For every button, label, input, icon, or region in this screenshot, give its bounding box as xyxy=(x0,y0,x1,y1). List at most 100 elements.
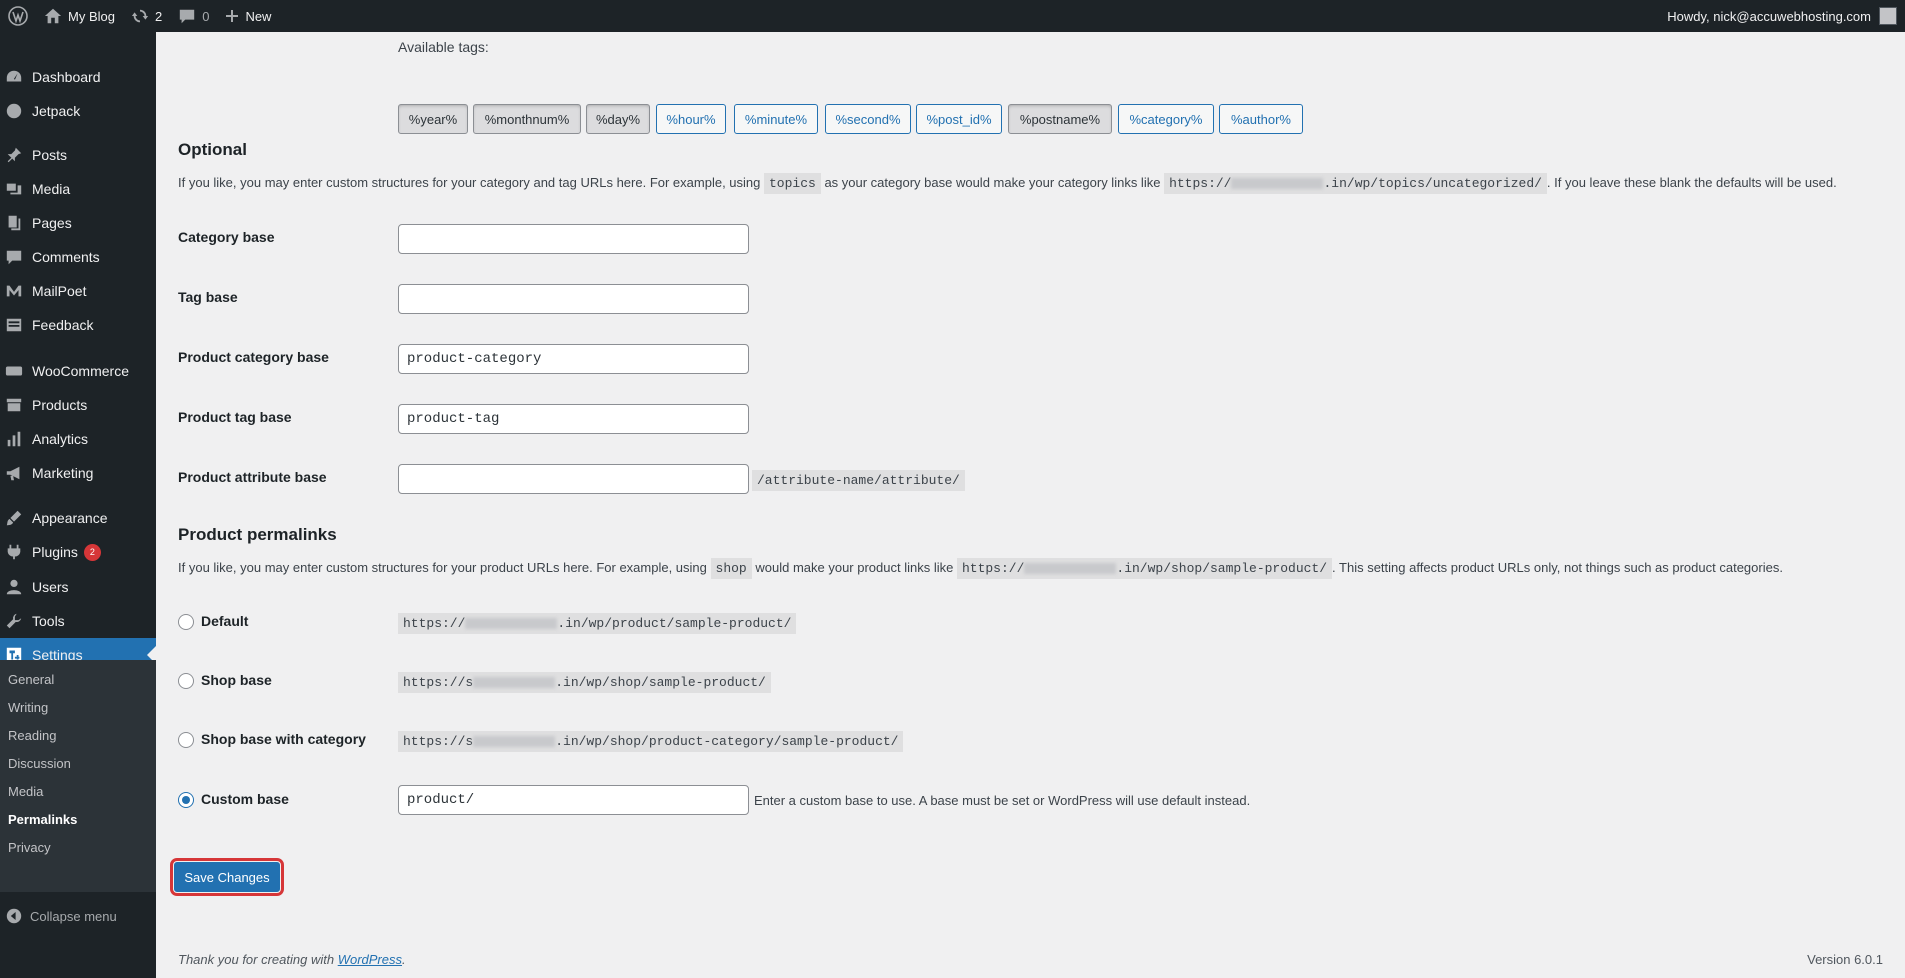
menu-label: MailPoet xyxy=(32,283,87,299)
plus-icon xyxy=(225,9,239,23)
menu-item-users[interactable]: Users xyxy=(0,570,156,604)
tag-base-input[interactable] xyxy=(398,284,749,314)
shop-base-radio[interactable] xyxy=(178,673,194,689)
menu-label: Posts xyxy=(32,147,68,163)
url-part: https:// xyxy=(1169,176,1232,191)
url-part: .in/wp/product/sample-product/ xyxy=(557,616,792,631)
custom-base-input[interactable]: product/ xyxy=(398,785,749,815)
menu-item-tools[interactable]: Tools xyxy=(0,604,156,638)
my-account-link[interactable]: Howdy, nick@accuwebhosting.com xyxy=(1667,0,1897,32)
tag-postname-button[interactable]: %postname% xyxy=(1008,104,1112,134)
tag-category-button[interactable]: %category% xyxy=(1118,104,1214,134)
menu-item-jetpack[interactable]: Jetpack xyxy=(0,94,156,128)
desc-text: would make your product links like xyxy=(755,560,954,575)
menu-item-comments[interactable]: Comments xyxy=(0,240,156,274)
default-radio[interactable] xyxy=(178,614,194,630)
plugins-update-badge: 2 xyxy=(83,543,101,561)
menu-item-dashboard[interactable]: Dashboard xyxy=(0,60,156,94)
tag-second-button[interactable]: %second% xyxy=(825,104,911,134)
product-category-base-label: Product category base xyxy=(178,349,329,365)
available-tags-label: Available tags: xyxy=(398,39,489,55)
wordpress-logo-icon[interactable] xyxy=(0,0,36,32)
desc-code: topics xyxy=(764,173,821,194)
menu-label: Products xyxy=(32,397,88,413)
collapse-menu-button[interactable]: Collapse menu xyxy=(0,908,117,924)
wrench-icon xyxy=(4,611,24,631)
mailpoet-icon xyxy=(4,281,24,301)
new-label: New xyxy=(245,8,272,24)
tag-year-button[interactable]: %year% xyxy=(398,104,468,134)
custom-base-hint: Enter a custom base to use. A base must … xyxy=(754,793,1251,808)
custom-base-option-label: Custom base xyxy=(201,791,289,807)
tag-minute-button[interactable]: %minute% xyxy=(734,104,818,134)
menu-label: Pages xyxy=(32,215,72,231)
menu-item-marketing[interactable]: Marketing xyxy=(0,456,156,490)
tag-day-button[interactable]: %day% xyxy=(586,104,650,134)
tag-hour-button[interactable]: %hour% xyxy=(656,104,726,134)
admin-menu: Dashboard Jetpack Posts Media Pages Comm… xyxy=(0,32,156,978)
tag-author-button[interactable]: %author% xyxy=(1219,104,1303,134)
updates-link[interactable]: 2 xyxy=(123,0,170,32)
pin-icon xyxy=(4,145,24,165)
product-category-base-input[interactable]: product-category xyxy=(398,344,749,374)
shop-base-url: https://s .in/wp/shop/sample-product/ xyxy=(398,672,771,693)
comments-link[interactable]: 0 xyxy=(170,0,217,32)
menu-label: Marketing xyxy=(32,465,94,481)
redacted-domain xyxy=(1024,563,1117,575)
howdy-text: Howdy, nick@accuwebhosting.com xyxy=(1667,8,1871,24)
version-text: Version 6.0.1 xyxy=(1807,952,1883,967)
menu-item-products[interactable]: Products xyxy=(0,388,156,422)
new-content-link[interactable]: New xyxy=(217,0,279,32)
footer-text: . xyxy=(402,952,406,967)
menu-item-mailpoet[interactable]: MailPoet xyxy=(0,274,156,308)
menu-label: Users xyxy=(32,579,69,595)
url-part: .in/wp/shop/sample-product/ xyxy=(555,675,766,690)
product-permalinks-heading: Product permalinks xyxy=(178,525,337,544)
desc-code: shop xyxy=(710,558,752,579)
tag-monthnum-button[interactable]: %monthnum% xyxy=(473,104,581,134)
product-attribute-base-input[interactable] xyxy=(398,464,749,494)
submenu-reading[interactable]: Reading xyxy=(8,728,56,743)
submenu-permalinks[interactable]: Permalinks xyxy=(8,812,77,827)
comments-count: 0 xyxy=(202,8,210,24)
menu-item-woocommerce[interactable]: WooCommerce xyxy=(0,354,156,388)
example-product-url: https:// .in/wp/shop/sample-product/ xyxy=(956,558,1333,579)
category-base-label: Category base xyxy=(178,229,275,245)
category-base-input[interactable] xyxy=(398,224,749,254)
megaphone-icon xyxy=(4,463,24,483)
settings-submenu: General Writing Reading Discussion Media… xyxy=(0,660,156,892)
url-part: .in/wp/topics/uncategorized/ xyxy=(1323,176,1542,191)
shop-base-option-label: Shop base xyxy=(201,672,272,688)
desc-text: as your category base would make your ca… xyxy=(824,175,1161,190)
shop-base-category-option-label: Shop base with category xyxy=(201,731,366,747)
submenu-general[interactable]: General xyxy=(8,672,54,687)
menu-label: Tools xyxy=(32,613,65,629)
menu-item-media[interactable]: Media xyxy=(0,172,156,206)
custom-base-radio[interactable] xyxy=(178,792,194,808)
menu-item-analytics[interactable]: Analytics xyxy=(0,422,156,456)
menu-item-plugins[interactable]: Plugins 2 xyxy=(0,535,156,569)
submenu-discussion[interactable]: Discussion xyxy=(8,756,71,771)
brush-icon xyxy=(4,508,24,528)
redacted-domain xyxy=(1231,178,1324,190)
url-part: .in/wp/shop/product-category/sample-prod… xyxy=(555,734,899,749)
submenu-media[interactable]: Media xyxy=(8,784,43,799)
menu-item-feedback[interactable]: Feedback xyxy=(0,308,156,342)
tag-base-label: Tag base xyxy=(178,289,238,305)
menu-label: Media xyxy=(32,181,71,197)
wordpress-link[interactable]: WordPress xyxy=(338,952,402,967)
site-name-link[interactable]: My Blog xyxy=(36,0,123,32)
product-attribute-base-label: Product attribute base xyxy=(178,469,327,485)
submenu-writing[interactable]: Writing xyxy=(8,700,48,715)
tag-post-id-button[interactable]: %post_id% xyxy=(916,104,1002,134)
redacted-domain xyxy=(465,618,558,630)
save-changes-button[interactable]: Save Changes xyxy=(170,858,284,896)
shop-base-category-radio[interactable] xyxy=(178,732,194,748)
menu-label: Feedback xyxy=(32,317,94,333)
url-part: https:// xyxy=(961,561,1025,576)
menu-item-pages[interactable]: Pages xyxy=(0,206,156,240)
submenu-privacy[interactable]: Privacy xyxy=(8,840,51,855)
menu-item-appearance[interactable]: Appearance xyxy=(0,501,156,535)
product-tag-base-input[interactable]: product-tag xyxy=(398,404,749,434)
menu-item-posts[interactable]: Posts xyxy=(0,138,156,172)
